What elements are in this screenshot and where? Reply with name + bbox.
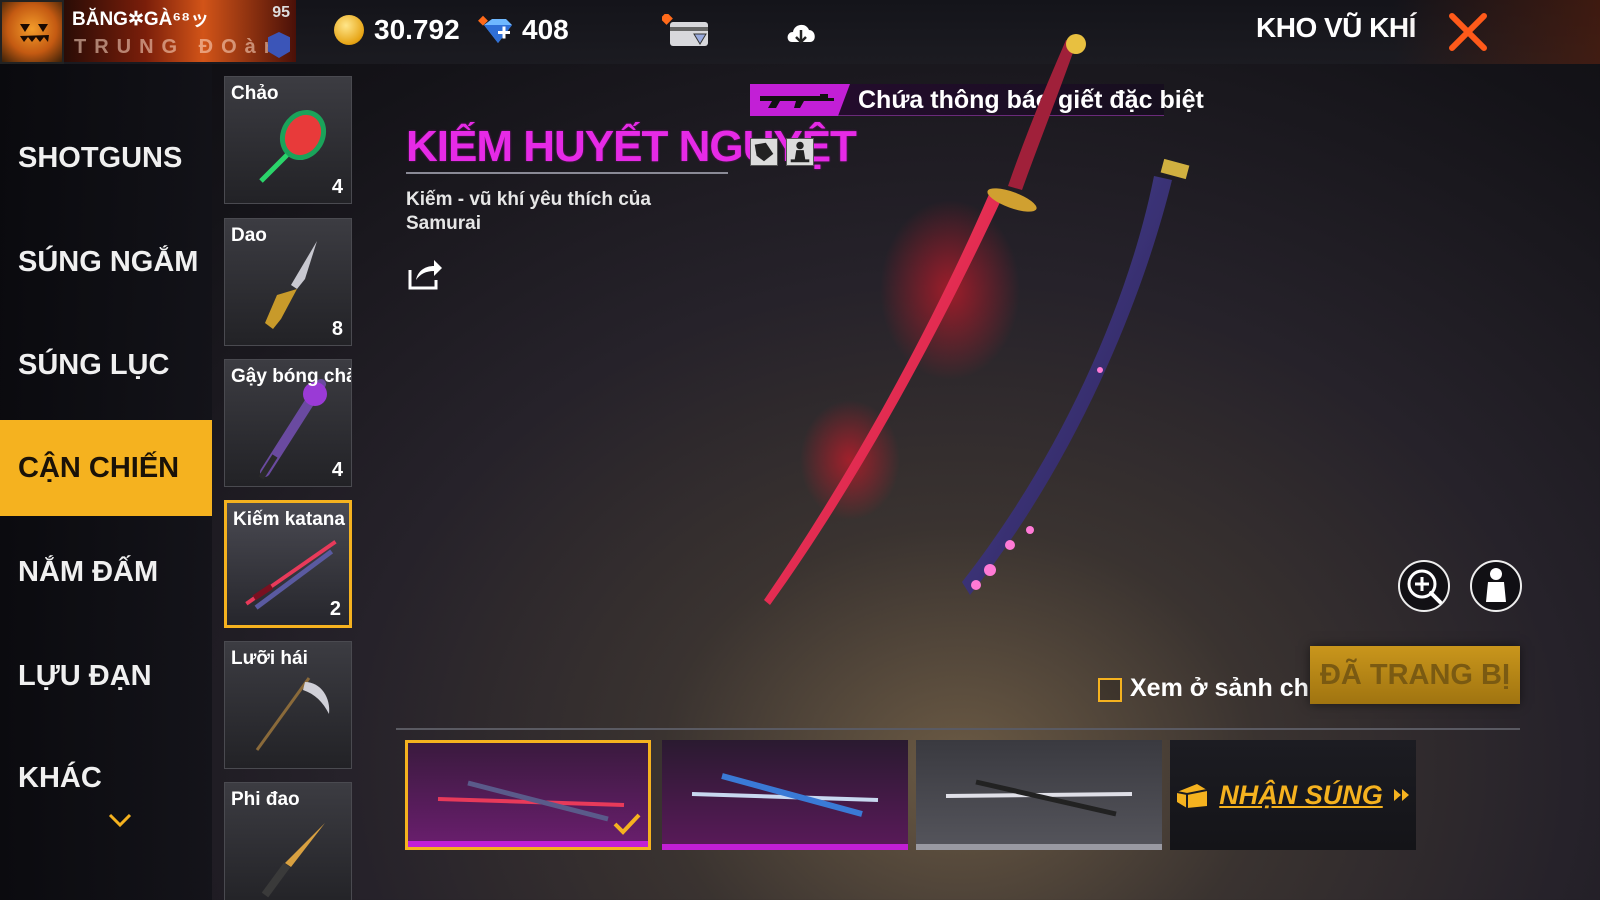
section-divider (396, 728, 1520, 730)
item-scythe[interactable]: Lưỡi hái (224, 641, 352, 769)
player-banner[interactable]: BĂNG✲GÀ⁶⁸ッ 95 TRUNG ĐOàn (64, 0, 296, 62)
diamond-amount: 408 (522, 14, 569, 45)
close-area (1394, 0, 1600, 64)
item-name: Phi đao (231, 789, 300, 810)
gold-amount: 30.792 (374, 14, 460, 45)
category-label: SHOTGUNS (18, 141, 183, 174)
katana-skin-icon (691, 773, 879, 817)
gun-crate-icon (1177, 784, 1208, 808)
category-sniper[interactable]: SÚNG NGẮM (0, 214, 212, 310)
category-shotguns[interactable]: SHOTGUNS (0, 110, 212, 206)
item-name: Chảo (231, 83, 279, 104)
player-level: 95 (272, 4, 290, 21)
item-name: Lưỡi hái (231, 648, 308, 669)
check-icon (613, 813, 641, 835)
item-count: 4 (331, 459, 343, 481)
lobby-display-checkbox[interactable] (1098, 678, 1122, 702)
skin-variant-3[interactable] (916, 740, 1162, 850)
category-grenade[interactable]: LỰU ĐẠN (0, 628, 212, 724)
rarity-bar (662, 844, 908, 850)
item-pan[interactable]: Chảo 4 (224, 76, 352, 204)
weapon-description: Kiếm - vũ khí yêu thích của Samurai (406, 189, 651, 234)
skin-variant-1[interactable] (405, 740, 651, 850)
close-icon[interactable] (1444, 8, 1492, 56)
category-pistol[interactable]: SÚNG LỤC (0, 317, 212, 413)
katana-skin-icon (945, 779, 1133, 817)
skin-variant-2[interactable] (662, 740, 908, 850)
item-count: 8 (331, 318, 343, 340)
player-name: BĂNG✲GÀ⁶⁸ッ (72, 9, 210, 30)
item-throwing-knife[interactable]: Phi đao (224, 782, 352, 900)
category-label: LỰU ĐẠN (18, 659, 152, 692)
item-baseball-bat[interactable]: Gậy bóng chày 4 (224, 359, 352, 487)
diamond-balance[interactable]: 408 (478, 14, 569, 46)
weapon-preview (764, 34, 1190, 605)
item-name: Kiếm katana (233, 509, 345, 530)
item-knife[interactable]: Dao 8 (224, 218, 352, 346)
category-melee[interactable]: CẬN CHIẾN (0, 420, 212, 516)
equipped-button[interactable]: ĐÃ TRANG BỊ (1310, 646, 1520, 704)
zoom-in-icon (1407, 569, 1442, 604)
player-avatar[interactable] (0, 0, 64, 64)
get-gun-label: NHẬN SÚNG (1219, 779, 1383, 810)
gold-balance: 30.792 (334, 14, 460, 46)
name-divider (406, 172, 728, 174)
page-title: KHO VŨ KHÍ (1256, 12, 1416, 43)
rarity-bar (916, 844, 1162, 850)
get-gun-button[interactable]: NHẬN SÚNG (1170, 740, 1416, 850)
item-name: Gậy bóng chày (231, 366, 351, 387)
double-arrow-icon (1393, 789, 1409, 801)
category-label: KHÁC (18, 761, 102, 794)
membership-card-icon[interactable] (662, 14, 712, 50)
gold-coin-icon (334, 15, 364, 45)
chevron-down-icon[interactable] (108, 812, 132, 828)
share-icon[interactable] (406, 256, 444, 292)
rarity-bar (408, 841, 648, 847)
category-label: SÚNG NGẮM (18, 245, 199, 278)
category-other[interactable]: KHÁC (0, 730, 212, 826)
lobby-display-label: Xem ở sảnh chờ (1130, 674, 1327, 702)
pumpkin-face-icon (20, 24, 49, 42)
guild-name: TRUNG ĐOàn (74, 36, 284, 58)
item-count: 4 (331, 176, 343, 198)
diamond-plus-icon (478, 15, 512, 43)
category-label: SÚNG LỤC (18, 348, 170, 381)
category-label: NẮM ĐẤM (18, 555, 159, 588)
item-count: 2 (329, 598, 341, 620)
character-preview-button[interactable] (1470, 560, 1522, 612)
category-fists[interactable]: NẮM ĐẤM (0, 524, 212, 620)
item-katana[interactable]: Kiếm katana 2 (224, 500, 352, 628)
category-label: CẬN CHIẾN (18, 451, 180, 484)
item-name: Dao (231, 225, 267, 246)
zoom-button[interactable] (1398, 560, 1450, 612)
character-icon (1486, 568, 1506, 602)
